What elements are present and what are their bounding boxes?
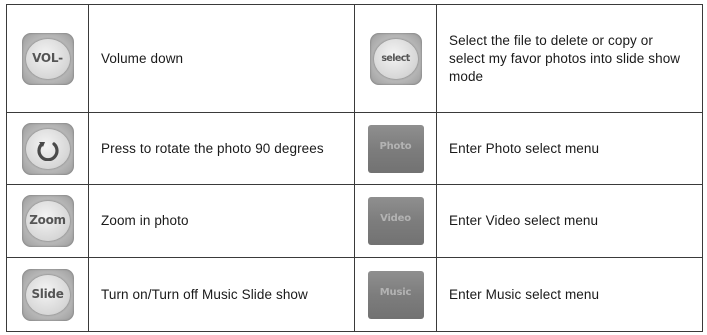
icon-cell: Photo — [354, 112, 437, 185]
button-description: Turn on/Turn off Music Slide show — [88, 257, 355, 332]
slide-icon: Slide — [21, 268, 74, 321]
music-icon: Music — [367, 270, 424, 319]
button-description: Zoom in photo — [88, 184, 355, 258]
icon-cell: Video — [354, 184, 437, 258]
button-description: Enter Photo select menu — [436, 112, 703, 185]
table-row: Slide Turn on/Turn off Music Slide show … — [6, 257, 703, 332]
icon-cell — [6, 112, 89, 185]
video-icon: Video — [367, 197, 424, 245]
button-description: Press to rotate the photo 90 degrees — [88, 112, 355, 185]
button-description: Enter Music select menu — [436, 257, 703, 332]
button-description: Enter Video select menu — [436, 184, 703, 258]
button-description: Volume down — [88, 4, 355, 113]
zoom-icon: Zoom — [21, 195, 74, 247]
vol-minus-icon: VOL- — [21, 32, 74, 85]
table-row: Press to rotate the photo 90 degrees Pho… — [6, 112, 703, 185]
button-reference-table: VOL- Volume down select Select the file … — [6, 4, 703, 332]
icon-cell: select — [354, 4, 437, 113]
photo-icon: Photo — [367, 124, 424, 173]
select-icon: select — [369, 32, 422, 85]
button-description: Select the file to delete or copy or sel… — [436, 4, 703, 113]
icon-cell: Zoom — [6, 184, 89, 258]
icon-cell: Slide — [6, 257, 89, 332]
table-row: VOL- Volume down select Select the file … — [6, 4, 703, 113]
table-row: Zoom Zoom in photo Video Enter Video sel… — [6, 184, 703, 258]
icon-cell: Music — [354, 257, 437, 332]
icon-cell: VOL- — [6, 4, 89, 113]
rotate-icon — [21, 122, 74, 175]
